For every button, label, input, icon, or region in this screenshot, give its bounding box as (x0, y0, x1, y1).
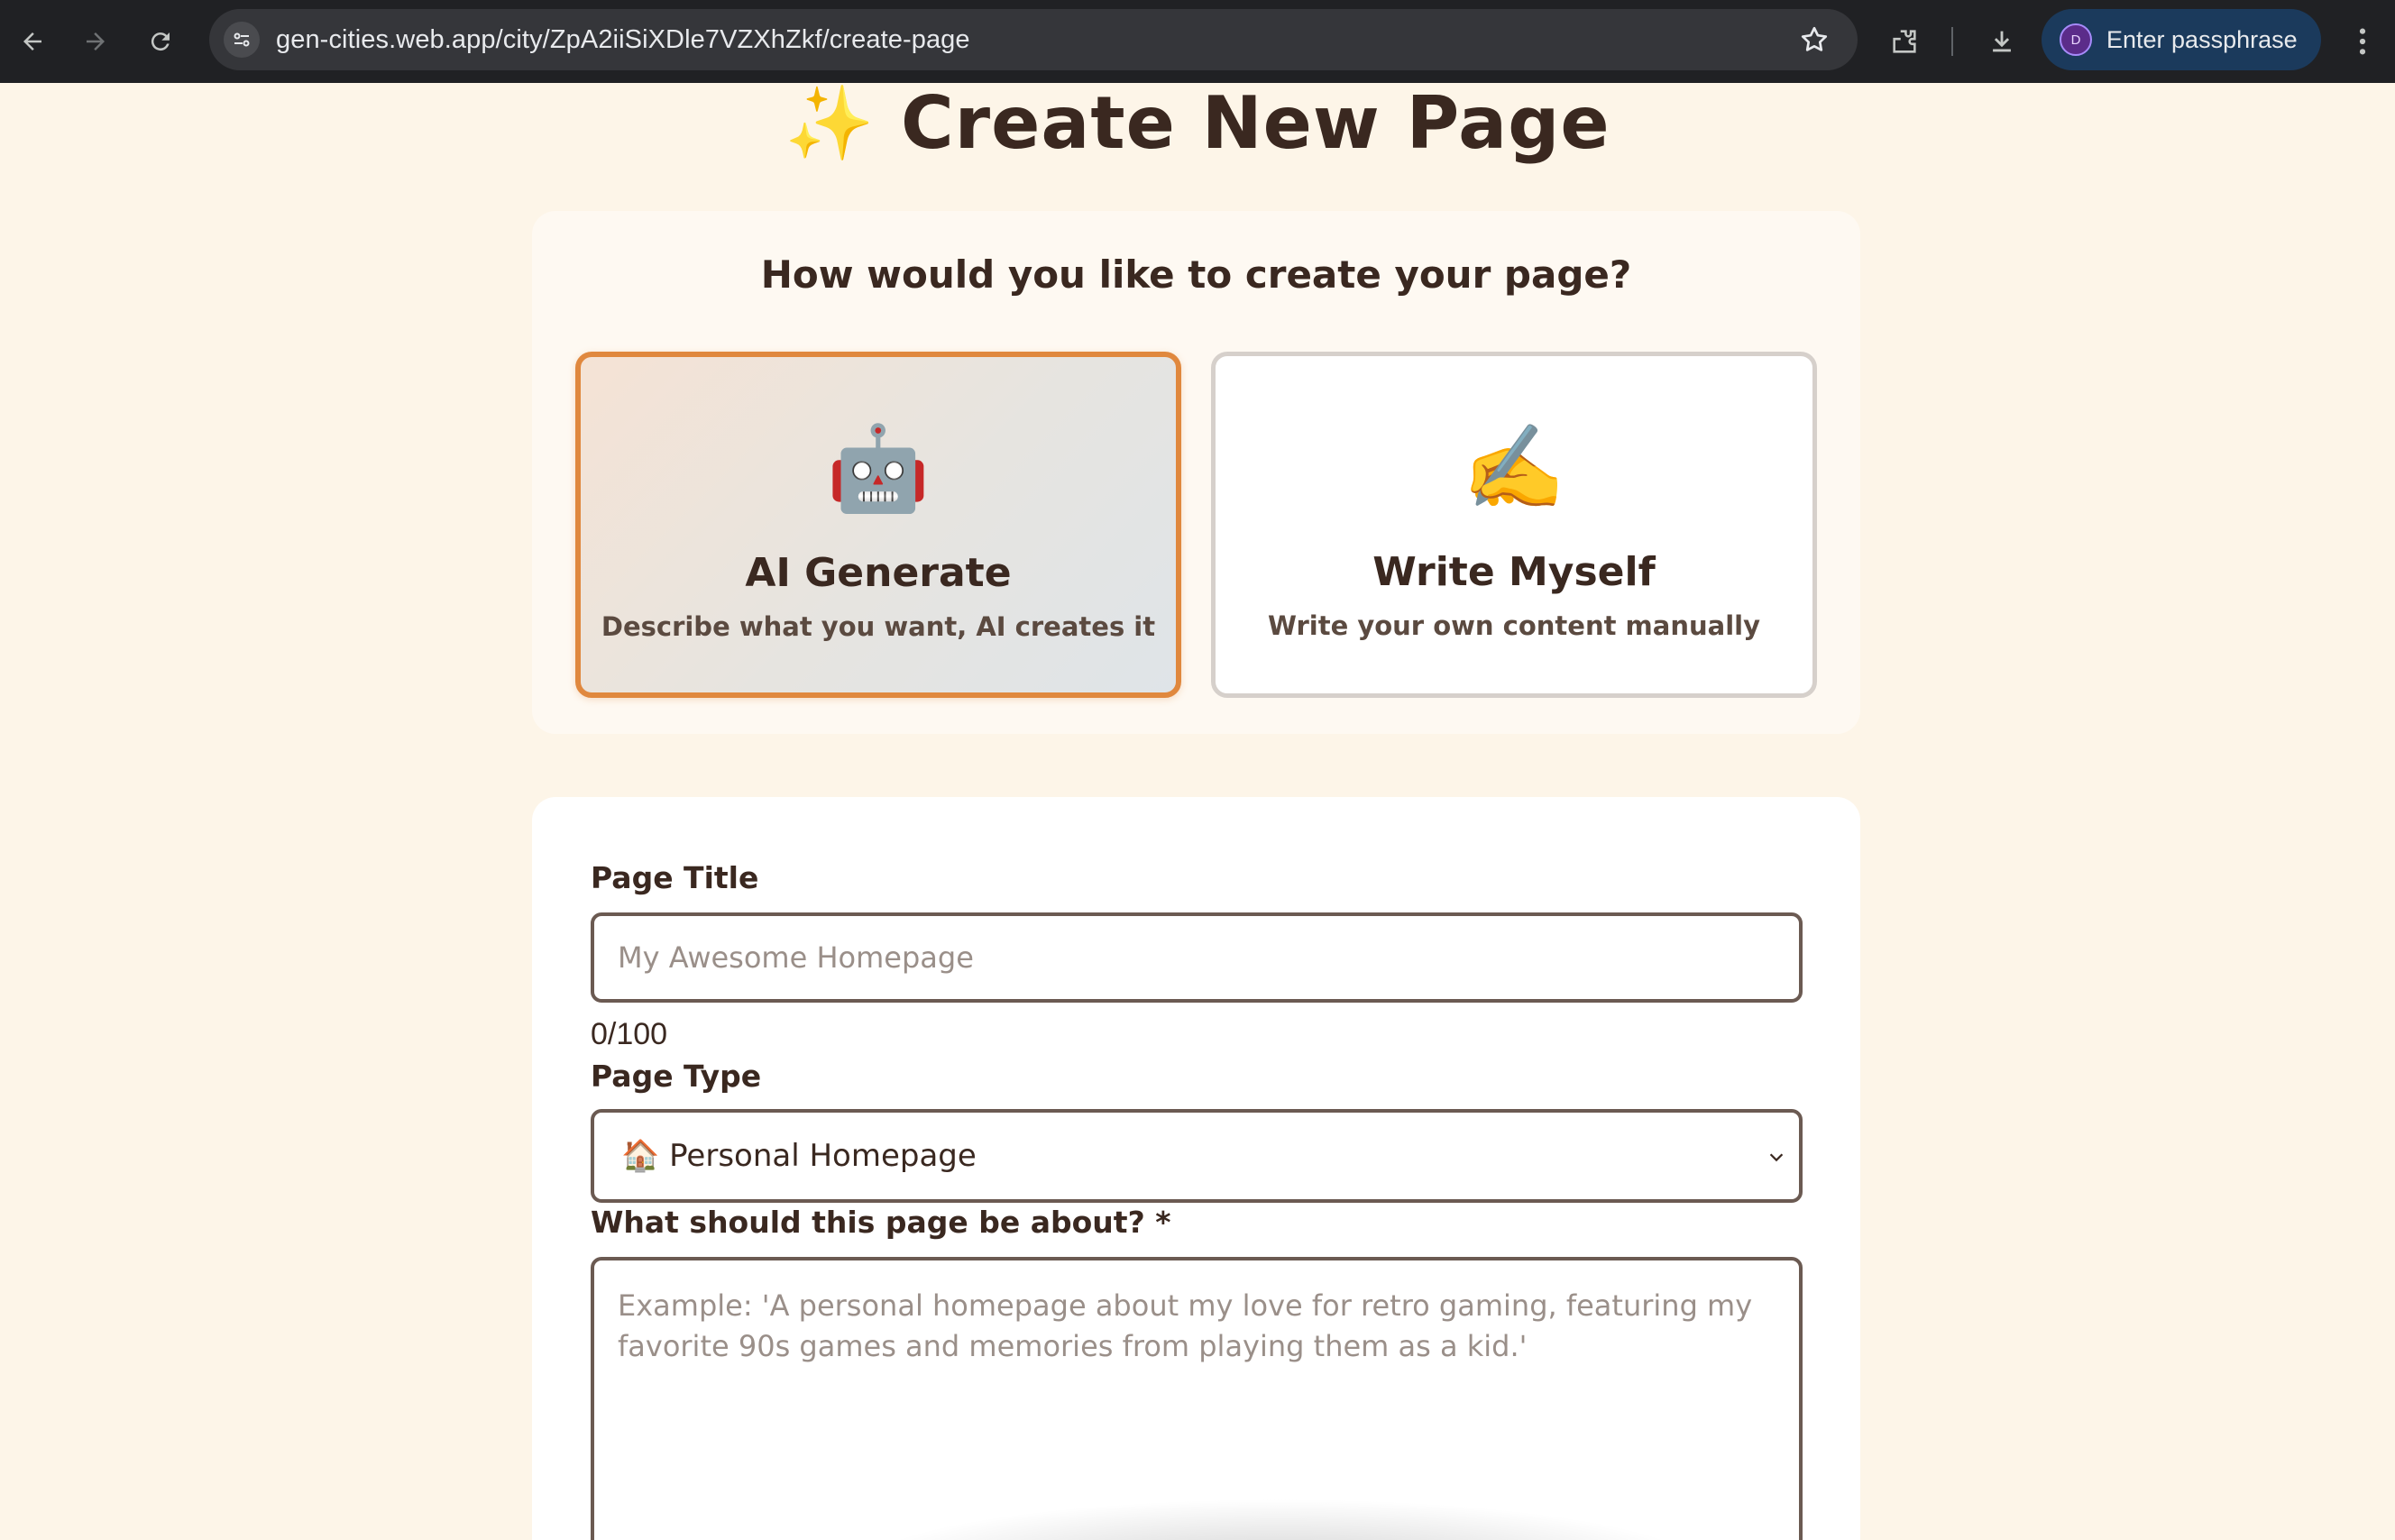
page-type-select[interactable]: 🏠 Personal Homepage (591, 1109, 1803, 1203)
page-type-value: 🏠 Personal Homepage (621, 1138, 977, 1174)
option-description: Describe what you want, AI creates it (601, 611, 1156, 642)
page-about-label: What should this page be about? * (591, 1205, 1171, 1240)
forward-button[interactable] (74, 20, 117, 63)
page-type-label: Page Type (591, 1059, 762, 1094)
forward-arrow-icon (87, 32, 105, 50)
option-title: Write Myself (1372, 549, 1656, 595)
profile-avatar: D (2060, 23, 2092, 56)
robot-icon: 🤖 (826, 420, 931, 517)
writing-hand-icon: ✍️ (1462, 419, 1566, 516)
option-write-myself[interactable]: ✍️ Write Myself Write your own content m… (1211, 352, 1817, 698)
download-icon[interactable] (1980, 20, 2023, 63)
page-title-input[interactable] (591, 912, 1803, 1003)
page-title-label: Page Title (591, 860, 759, 895)
extensions-icon[interactable] (1883, 20, 1926, 63)
option-title: AI Generate (745, 550, 1012, 596)
reload-icon (151, 32, 170, 51)
sparkle-icon: ✨ (785, 83, 876, 165)
url-text[interactable]: gen-cities.web.app/city/ZpA2iiSiXDle7VZX… (276, 9, 970, 70)
site-info-icon[interactable] (224, 22, 260, 58)
floating-shadow (848, 1499, 1713, 1540)
page-title: ✨ Create New Page (0, 83, 2395, 166)
page-content: ✨ Create New Page How would you like to c… (0, 83, 2395, 1540)
browser-menu-icon[interactable] (2341, 20, 2384, 63)
toolbar-divider (1951, 27, 1953, 56)
title-char-counter: 0/100 (591, 1017, 668, 1051)
page-about-placeholder: Example: 'A personal homepage about my l… (618, 1288, 1753, 1363)
back-arrow-icon (23, 32, 41, 50)
address-bar[interactable]: gen-cities.web.app/city/ZpA2iiSiXDle7VZX… (209, 9, 1858, 70)
page-about-textarea[interactable]: Example: 'A personal homepage about my l… (591, 1257, 1803, 1540)
profile-label: Enter passphrase (2106, 25, 2298, 53)
mode-question: How would you like to create your page? (760, 252, 1632, 297)
back-button[interactable] (11, 20, 54, 63)
chevron-down-icon (1769, 1153, 1784, 1162)
profile-button[interactable]: D Enter passphrase (2042, 9, 2321, 70)
option-description: Write your own content manually (1267, 610, 1760, 641)
resize-grip-icon[interactable] (1774, 1535, 1794, 1540)
option-ai-generate[interactable]: 🤖 AI Generate Describe what you want, AI… (575, 352, 1181, 698)
browser-toolbar: gen-cities.web.app/city/ZpA2iiSiXDle7VZX… (0, 0, 2395, 83)
page-title-text: Create New Page (900, 83, 1610, 165)
reload-button[interactable] (139, 20, 182, 63)
bookmark-star-icon[interactable] (1798, 23, 1831, 56)
